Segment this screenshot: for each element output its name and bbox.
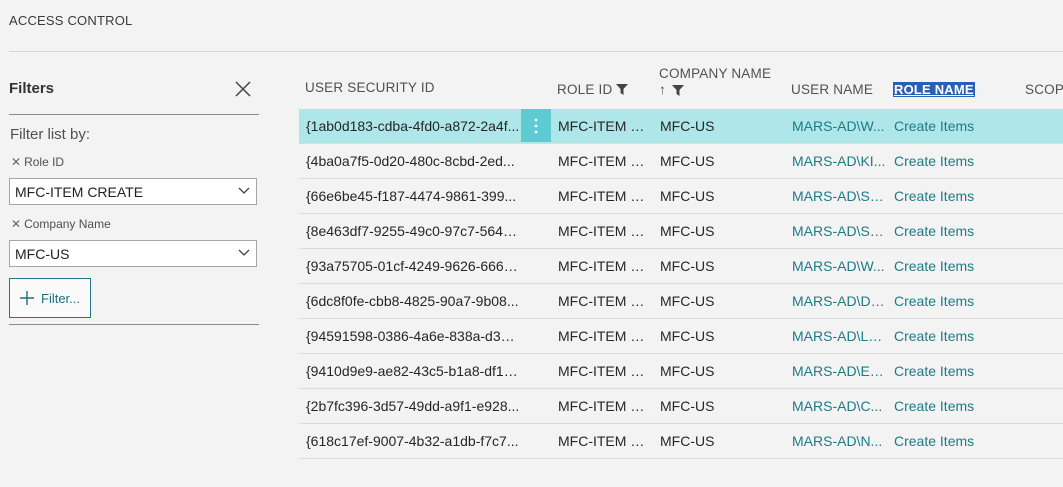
- role-id-filter-label-text: Role ID: [24, 155, 65, 169]
- filter-icon: [671, 84, 684, 96]
- role-name-link[interactable]: Create Items: [894, 179, 1004, 213]
- role-id-cell: MFC-ITEM CREATE: [558, 188, 648, 204]
- chevron-down-icon: [238, 187, 250, 194]
- sort-ascending-icon: ↑: [659, 82, 666, 97]
- company-name-filter-value: MFC-US: [15, 245, 70, 262]
- user-name-link[interactable]: MARS-AD\EC...: [792, 354, 886, 388]
- add-filter-button[interactable]: Filter...: [9, 278, 91, 318]
- column-header-role-name[interactable]: ROLE NAME: [893, 82, 975, 97]
- role-name-link[interactable]: Create Items: [894, 319, 1004, 353]
- filters-header: Filters: [9, 80, 259, 100]
- company-name-cell: MFC-US: [660, 258, 715, 274]
- role-id-cell: MFC-ITEM CREATE: [558, 433, 648, 449]
- column-header-company-name-label: COMPANY NAME: [659, 66, 772, 81]
- user-name-link[interactable]: MARS-AD\KI...: [792, 144, 886, 178]
- column-header-role-id[interactable]: ROLE ID: [557, 82, 629, 97]
- role-name-link[interactable]: Create Items: [894, 214, 1004, 248]
- company-name-cell: MFC-US: [660, 398, 715, 414]
- access-control-list: {1ab0d183-cdba-4fd0-a872-2a4f... MFC-ITE…: [299, 109, 1063, 459]
- company-name-cell: MFC-US: [660, 293, 715, 309]
- user-security-id-cell: {1ab0d183-cdba-4fd0-a872-2a4f...: [306, 118, 520, 134]
- user-security-id-cell: {9410d9e9-ae82-43c5-b1a8-df16...: [306, 363, 520, 379]
- user-name-link[interactable]: MARS-AD\DI...: [792, 284, 886, 318]
- company-name-cell: MFC-US: [660, 363, 715, 379]
- company-name-filter-select[interactable]: MFC-US: [9, 240, 257, 267]
- table-row[interactable]: {1ab0d183-cdba-4fd0-a872-2a4f... MFC-ITE…: [299, 109, 1063, 144]
- role-id-cell: MFC-ITEM CREATE: [558, 363, 648, 379]
- role-id-cell: MFC-ITEM CREATE: [558, 293, 648, 309]
- role-id-filter-value: MFC-ITEM CREATE: [15, 183, 144, 200]
- role-id-cell: MFC-ITEM CREATE: [558, 118, 648, 134]
- filters-divider: [9, 324, 259, 325]
- chevron-down-icon: [238, 249, 250, 256]
- table-row[interactable]: {94591598-0386-4a6e-838a-d3d... MFC-ITEM…: [299, 319, 1063, 354]
- user-security-id-cell: {66e6be45-f187-4474-9861-399...: [306, 188, 517, 204]
- user-name-link[interactable]: MARS-AD\C...: [792, 389, 886, 423]
- user-name-link[interactable]: MARS-AD\N...: [792, 424, 886, 458]
- column-header-user-security-id[interactable]: USER SECURITY ID: [305, 80, 435, 95]
- company-name-filter-label-text: Company Name: [24, 217, 111, 231]
- role-name-link[interactable]: Create Items: [894, 249, 1004, 283]
- role-name-link[interactable]: Create Items: [894, 284, 1004, 318]
- role-id-filter-label: ✕ Role ID: [11, 155, 64, 169]
- table-row[interactable]: {2b7fc396-3d57-49dd-a9f1-e928... MFC-ITE…: [299, 389, 1063, 424]
- table-row[interactable]: {66e6be45-f187-4474-9861-399... MFC-ITEM…: [299, 179, 1063, 214]
- role-id-cell: MFC-ITEM CREATE: [558, 328, 648, 344]
- page-title: ACCESS CONTROL: [9, 13, 133, 28]
- close-filters-button[interactable]: [233, 79, 253, 99]
- table-row[interactable]: {8e463df7-9255-49c0-97c7-5643... MFC-ITE…: [299, 214, 1063, 249]
- user-security-id-cell: {6dc8f0fe-cbb8-4825-90a7-9b08...: [306, 293, 519, 309]
- company-name-cell: MFC-US: [660, 188, 715, 204]
- role-id-cell: MFC-ITEM CREATE: [558, 223, 648, 239]
- title-divider: [9, 51, 1063, 52]
- close-icon: [235, 81, 251, 97]
- filters-divider: [9, 114, 259, 115]
- user-security-id-cell: {93a75705-01cf-4249-9626-666b...: [306, 258, 520, 274]
- company-name-cell: MFC-US: [660, 328, 715, 344]
- user-name-link[interactable]: MARS-AD\W...: [792, 109, 886, 143]
- company-name-cell: MFC-US: [660, 153, 715, 169]
- add-filter-label: Filter...: [41, 290, 81, 306]
- role-name-link[interactable]: Create Items: [894, 144, 1004, 178]
- column-header-scope[interactable]: SCOPE: [1025, 82, 1063, 97]
- user-security-id-cell: {8e463df7-9255-49c0-97c7-5643...: [306, 223, 520, 239]
- remove-role-id-filter-icon[interactable]: ✕: [11, 155, 21, 169]
- role-name-link[interactable]: Create Items: [894, 424, 1004, 458]
- more-vertical-icon: [534, 118, 538, 133]
- column-header-user-name[interactable]: USER NAME: [791, 82, 873, 97]
- filters-title: Filters: [9, 80, 55, 97]
- company-name-cell: MFC-US: [660, 118, 715, 134]
- table-row[interactable]: {4ba0a7f5-0d20-480c-8cbd-2ed... MFC-ITEM…: [299, 144, 1063, 179]
- row-actions-button[interactable]: [521, 109, 551, 142]
- role-id-cell: MFC-ITEM CREATE: [558, 153, 648, 169]
- user-security-id-cell: {4ba0a7f5-0d20-480c-8cbd-2ed...: [306, 153, 515, 169]
- table-row[interactable]: {618c17ef-9007-4b32-a1db-f7c7... MFC-ITE…: [299, 424, 1063, 459]
- table-row[interactable]: {9410d9e9-ae82-43c5-b1a8-df16... MFC-ITE…: [299, 354, 1063, 389]
- user-security-id-cell: {618c17ef-9007-4b32-a1db-f7c7...: [306, 433, 519, 449]
- role-name-link[interactable]: Create Items: [894, 354, 1004, 388]
- user-security-id-cell: {94591598-0386-4a6e-838a-d3d...: [306, 328, 520, 344]
- plus-icon: [20, 291, 34, 305]
- remove-company-name-filter-icon[interactable]: ✕: [11, 217, 21, 231]
- user-security-id-cell: {2b7fc396-3d57-49dd-a9f1-e928...: [306, 398, 520, 414]
- role-name-link[interactable]: Create Items: [894, 389, 1004, 423]
- role-id-cell: MFC-ITEM CREATE: [558, 258, 648, 274]
- filter-list-by-label: Filter list by:: [10, 126, 91, 143]
- role-id-cell: MFC-ITEM CREATE: [558, 398, 648, 414]
- table-row[interactable]: {93a75705-01cf-4249-9626-666b... MFC-ITE…: [299, 249, 1063, 284]
- user-name-link[interactable]: MARS-AD\SP...: [792, 214, 886, 248]
- user-name-link[interactable]: MARS-AD\SU...: [792, 179, 886, 213]
- column-header-company-name[interactable]: COMPANY NAME ↑: [659, 66, 771, 98]
- role-id-filter-select[interactable]: MFC-ITEM CREATE: [9, 178, 257, 205]
- user-name-link[interactable]: MARS-AD\LE...: [792, 319, 886, 353]
- user-name-link[interactable]: MARS-AD\W...: [792, 249, 886, 283]
- company-name-filter-label: ✕ Company Name: [11, 217, 111, 231]
- company-name-cell: MFC-US: [660, 223, 715, 239]
- company-name-cell: MFC-US: [660, 433, 715, 449]
- table-row[interactable]: {6dc8f0fe-cbb8-4825-90a7-9b08... MFC-ITE…: [299, 284, 1063, 319]
- filter-icon: [616, 84, 629, 95]
- role-name-link[interactable]: Create Items: [894, 109, 1004, 143]
- column-header-role-id-label: ROLE ID: [557, 82, 613, 97]
